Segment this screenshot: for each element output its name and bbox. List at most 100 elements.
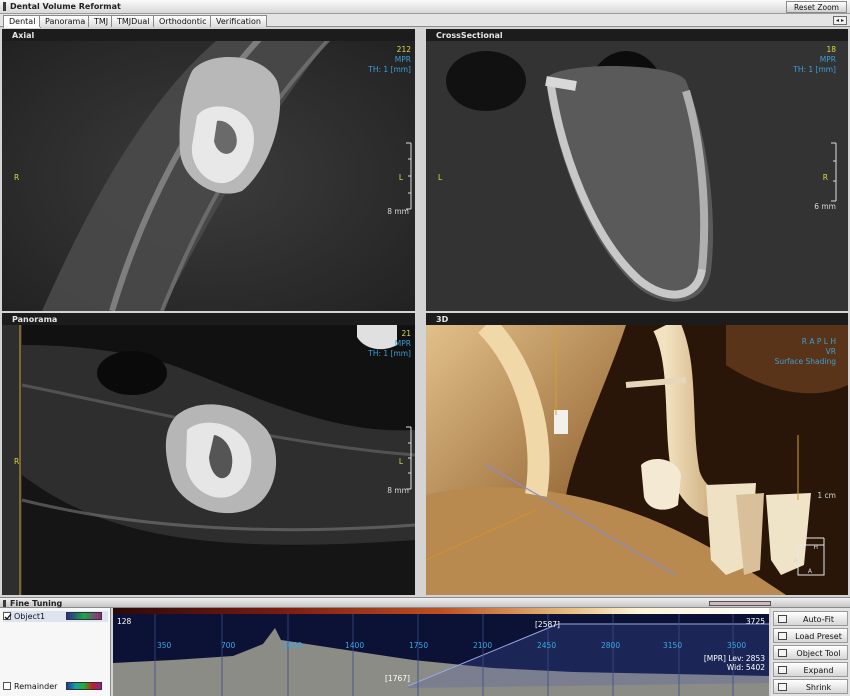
tick-label: 3150 [663,641,683,650]
axial-header: Axial [2,29,415,41]
range-min-label: 128 [117,617,132,626]
tab-orthodontic[interactable]: Orthodontic [153,15,213,27]
axial-slice-number: 212 [396,45,411,54]
axial-title: Axial [12,31,35,40]
auto-fit-button[interactable]: Auto-Fit [773,611,848,626]
panorama-mode: MPR [394,339,411,348]
crosssectional-thickness: TH: 1 [mm] [793,65,836,74]
object1-checkbox[interactable] [3,612,12,620]
3d-render-mode: Surface Shading [774,357,836,366]
shrink-label: Shrink [805,683,832,692]
tab-scroll-control[interactable]: ◂ ▸ [833,16,847,25]
range-max-label: 3725 [745,617,765,626]
crosssectional-viewport[interactable]: CrossSectional 18 MPR TH: 1 [mm] L R 6 m… [426,29,848,311]
reset-zoom-button[interactable]: Reset Zoom [786,1,847,13]
remainder-checkbox[interactable] [3,682,11,690]
object1-label: Object1 [14,612,46,621]
tick-label: 350 [157,641,172,650]
dental-volume-reformat-window: Dental Volume Reformat Reset Zoom Dental… [0,0,850,696]
crosssectional-left-orientation: L [438,173,443,182]
crosssectional-title: CrossSectional [436,31,503,40]
check-icon [4,613,12,620]
object-list-item[interactable]: Object1 [3,611,108,622]
axial-scale-ruler [406,142,412,210]
fine-tuning-header: Fine Tuning [0,597,850,608]
fine-tuning-marker [3,600,6,607]
expand-button[interactable]: Expand [773,662,848,677]
crosssectional-scale-label: 6 mm [814,202,836,211]
object-list-panel: Object1 Remainder [0,608,111,696]
3d-header: 3D [426,313,848,325]
fine-tuning-title: Fine Tuning [10,599,63,608]
mpr-width-label: Wid: 5402 [726,663,765,672]
tick-label: 2100 [473,641,493,650]
crosssectional-image[interactable] [426,41,848,311]
3d-scale-label: 1 cm [817,491,836,500]
remainder-color-bar[interactable] [66,682,102,690]
axial-mode: MPR [394,55,411,64]
tab-dental[interactable]: Dental [3,15,42,28]
tab-panorama[interactable]: Panorama [39,15,92,27]
3d-cube-label-h: H [813,544,818,551]
auto-fit-label: Auto-Fit [803,615,834,624]
axial-left-orientation: R [14,173,20,182]
panorama-title: Panorama [12,315,58,324]
object-tool-button[interactable]: Object Tool [773,645,848,660]
axial-viewport[interactable]: Axial 212 MPR TH: 1 [mm] R L 8 mm [2,29,415,311]
tab-verification[interactable]: Verification [210,15,267,27]
axial-thickness: TH: 1 [mm] [368,65,411,74]
panorama-header: Panorama [2,313,415,325]
expand-icon [778,666,787,674]
tick-label: 2800 [601,641,621,650]
3d-cube-label-a: A [807,568,812,575]
axial-scale-label: 8 mm [387,207,409,216]
title-bar: Dental Volume Reformat Reset Zoom [0,0,850,14]
load-preset-button[interactable]: Load Preset [773,628,848,643]
axial-image[interactable] [2,41,415,311]
3d-orientation-letters: R A P L H [801,337,836,346]
tab-tmjdual[interactable]: TMJDual [111,15,156,27]
crosssectional-header: CrossSectional [426,29,848,41]
fine-tuning-button-panel: Auto-Fit Load Preset Object Tool Expand … [771,608,850,696]
tick-label: 1050 [283,641,303,650]
panorama-left-orientation: R [14,457,20,466]
remainder-label: Remainder [14,682,58,691]
tick-label: 3500 [727,641,747,650]
object-list-item[interactable]: Remainder [3,681,108,692]
tick-label: 1400 [345,641,365,650]
panorama-viewport[interactable]: Panorama 21 MPR TH: 1 [mm] R L 8 mm [2,313,415,595]
object1-color-bar[interactable] [66,612,102,620]
opacity-slider[interactable] [709,601,771,606]
object-tool-label: Object Tool [796,649,841,658]
3d-title: 3D [436,315,449,324]
tick-label: 2450 [537,641,557,650]
histogram-graph[interactable] [113,608,769,696]
3d-cube-label-r: R [793,558,798,565]
3d-mode: VR [825,347,836,356]
3d-viewport[interactable]: 3D R A P L H VR Surface Shading 1 cm H R… [426,313,848,595]
panorama-thickness: TH: 1 [mm] [368,349,411,358]
mpr-level-label: [MPR] Lev: 2853 [703,654,765,663]
panorama-scale-label: 8 mm [387,486,409,495]
low-marker-label[interactable]: [1767] [385,674,410,683]
object-tool-icon [778,649,787,657]
crosssectional-mode: MPR [819,55,836,64]
auto-fit-icon [778,615,787,623]
tick-label: 700 [221,641,236,650]
window-title: Dental Volume Reformat [10,2,121,11]
expand-label: Expand [803,666,834,675]
load-preset-icon [778,632,787,640]
tick-label: 1750 [409,641,429,650]
shrink-button[interactable]: Shrink [773,679,848,694]
panorama-image[interactable] [2,325,415,595]
high-marker-label[interactable]: [2587] [535,620,560,629]
tab-bar: Dental Panorama TMJ TMJDual Orthodontic … [0,14,850,28]
crosssectional-scale-ruler [831,142,837,202]
load-preset-label: Load Preset [795,632,842,641]
transfer-function-editor[interactable]: 128 3725 350 700 1050 1400 1750 2100 245… [113,608,769,696]
shrink-icon [778,683,787,691]
title-marker [3,2,6,11]
crosssectional-slice-number: 18 [826,45,836,54]
panorama-scale-ruler [406,426,412,490]
panorama-slice-number: 21 [401,329,411,338]
